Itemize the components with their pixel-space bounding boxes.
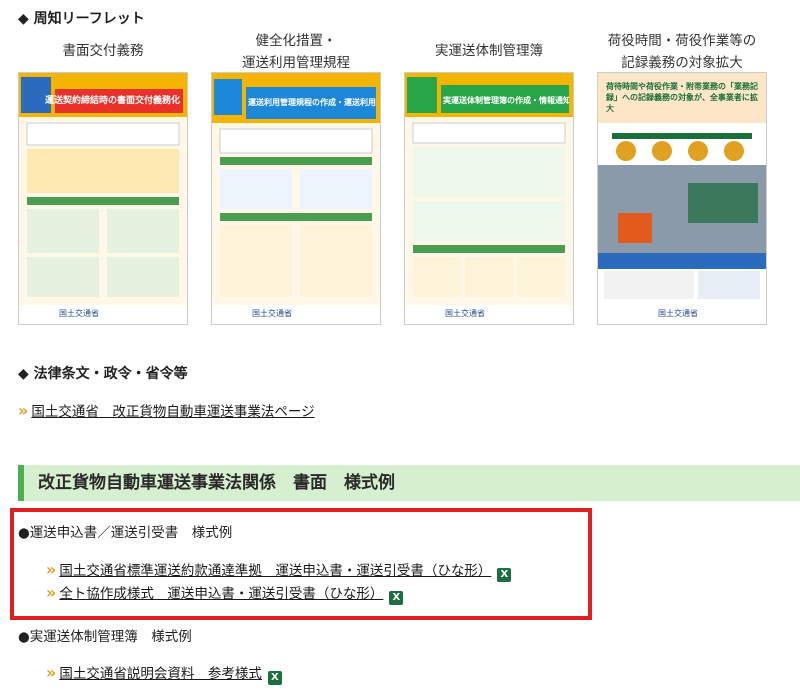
leaflet-footer-text: 国土交通省 xyxy=(59,309,99,318)
leaflet-title-line: 運送利用管理規程 xyxy=(242,55,350,71)
chevron-right-icon: » xyxy=(46,663,56,682)
leaflet-banner-text: 実運送体制管理簿の作成・情報通知の義務化 xyxy=(443,96,569,105)
forms-section-title: 改正貨物自動車運送事業法関係 書面 様式例 xyxy=(18,465,800,501)
excel-icon[interactable]: X xyxy=(267,671,282,685)
leaflet-footer-text: 国土交通省 xyxy=(658,309,698,318)
leaflet-title-line: 荷役時間・荷役作業等の xyxy=(607,33,757,49)
jta-form-link[interactable]: 全ト協作成様式 運送申込書・運送引受書（ひな形） xyxy=(59,586,383,602)
leaflet-title-2: 健全化措置・ 運送利用管理規程 xyxy=(211,30,381,74)
leaflet-title-line: 書面交付義務 xyxy=(62,43,144,59)
leaflet-title-3: 実運送体制管理簿 xyxy=(404,40,574,62)
chevron-right-icon: » xyxy=(46,560,56,579)
law-link-row: » 国土交通省 改正貨物自動車運送事業法ページ xyxy=(18,400,315,420)
mlit-law-page-link[interactable]: 国土交通省 改正貨物自動車運送事業法ページ xyxy=(31,404,314,420)
list-item: » 国土交通省標準運送約款通達準拠 運送申込書・運送引受書（ひな形） X xyxy=(46,559,512,582)
leaflet-thumbnail-2[interactable]: 運送利用管理規程の作成・運送利用管理者の選任義務化 国土交通省 xyxy=(211,72,381,325)
chevron-right-icon: » xyxy=(46,583,56,602)
chevron-right-icon: » xyxy=(18,401,28,420)
leaflet-title-line: 記録義務の対象拡大 xyxy=(621,55,743,71)
leaflet-title-1: 書面交付義務 xyxy=(18,40,188,62)
leaflet-title-4: 荷役時間・荷役作業等の 記録義務の対象拡大 xyxy=(597,30,767,74)
transport-application-group-label: ●運送申込書／運送引受書 様式例 xyxy=(18,525,233,541)
list-item: » 国土交通省説明会資料 参考様式 X xyxy=(46,662,282,685)
leaflet-thumbnail-1[interactable]: 運送契約締結時の書面交付義務化 国土交通省 xyxy=(18,72,188,325)
leaflet-title-line: 健全化措置・ xyxy=(255,33,337,49)
leaflet-thumbnail-4[interactable]: 荷待時間や荷役作業・附帯業務の「業務記録」への記録義務の対象が、全事業者に拡大 … xyxy=(597,72,767,325)
leaflet-footer-text: 国土交通省 xyxy=(252,309,292,318)
leaflet-footer-text: 国土交通省 xyxy=(445,309,485,318)
list-item: » 全ト協作成様式 運送申込書・運送引受書（ひな形） X xyxy=(46,582,404,605)
mlit-reference-form-link[interactable]: 国土交通省説明会資料 参考様式 xyxy=(59,666,262,682)
excel-icon[interactable]: X xyxy=(389,591,404,605)
leaflet-heading: ◆ 周知リーフレット xyxy=(18,11,145,27)
leaflet-title-line: 実運送体制管理簿 xyxy=(435,43,543,59)
mlit-standard-form-link[interactable]: 国土交通省標準運送約款通達準拠 運送申込書・運送引受書（ひな形） xyxy=(59,563,491,579)
law-heading: ◆ 法律条文・政令・省令等 xyxy=(18,366,188,382)
leaflet-banner-text: 荷待時間や荷役作業・附帯業務の「業務記録」への記録義務の対象が、全事業者に拡大 xyxy=(606,82,758,113)
leaflet-banner-text: 運送利用管理規程の作成・運送利用管理者の選任義務化 xyxy=(248,98,376,107)
management-register-group-label: ●実運送体制管理簿 様式例 xyxy=(18,629,192,645)
leaflet-banner-text: 運送契約締結時の書面交付義務化 xyxy=(45,96,181,106)
leaflet-thumbnail-3[interactable]: 実運送体制管理簿の作成・情報通知の義務化 国土交通省 xyxy=(404,72,574,325)
leaflet-preview-image xyxy=(405,73,573,324)
leaflet-preview-image xyxy=(19,73,187,324)
excel-icon[interactable]: X xyxy=(497,568,512,582)
leaflet-preview-image xyxy=(212,73,380,324)
